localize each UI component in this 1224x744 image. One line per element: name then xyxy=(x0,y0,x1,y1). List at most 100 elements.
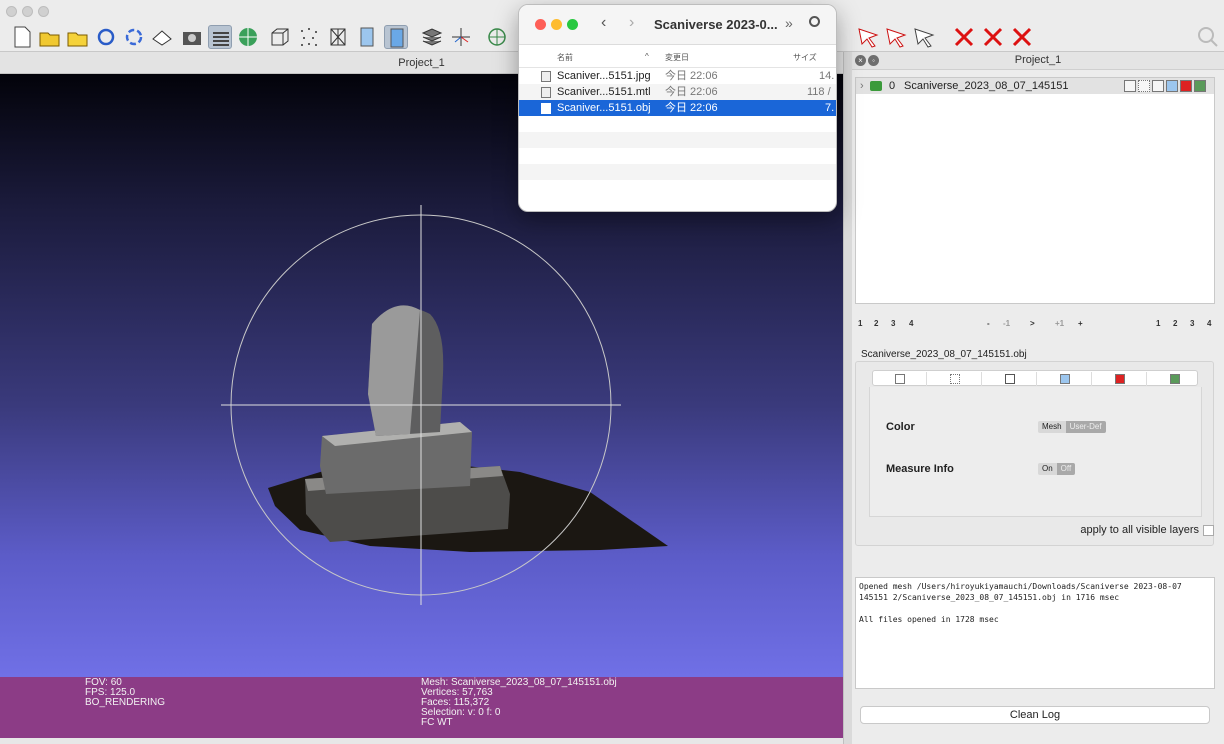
file-date: 今日 22:06 xyxy=(665,70,718,82)
tab-texture[interactable] xyxy=(1148,372,1202,386)
expand-chevron-icon[interactable]: › xyxy=(860,78,864,94)
finder-toolbar: ‹ › Scaniverse 2023-0... » xyxy=(519,5,836,45)
delete-vertices-icon[interactable] xyxy=(981,25,1005,49)
axis-icon[interactable] xyxy=(449,25,473,49)
layer-points-icon[interactable] xyxy=(1138,80,1150,92)
apply-all-row[interactable]: apply to all visible layers xyxy=(1080,524,1214,536)
smooth-icon[interactable] xyxy=(384,25,408,49)
pager-left-2[interactable]: 2 xyxy=(874,319,878,328)
mesh-name: Scaniverse_2023_08_07_145151.obj xyxy=(861,349,1027,360)
delete-all-icon[interactable] xyxy=(1010,25,1034,49)
decorator-box: Color Mesh User-Def Measure Info On Off xyxy=(855,361,1214,546)
search-icon[interactable] xyxy=(1196,25,1220,49)
pager-right-2[interactable]: 2 xyxy=(1173,319,1177,328)
column-name[interactable]: 名前 xyxy=(557,52,573,63)
close-panel-icon[interactable]: × xyxy=(855,55,866,66)
save-icon[interactable] xyxy=(150,25,174,49)
file-size: 14. xyxy=(819,70,835,82)
pager-minus[interactable]: - xyxy=(987,319,990,328)
pager-right-4[interactable]: 4 xyxy=(1207,319,1211,328)
tab-smooth[interactable] xyxy=(1038,372,1092,386)
layer-list: › 0 Scaniverse_2023_08_07_145151 xyxy=(855,77,1215,304)
texture-icon[interactable] xyxy=(420,25,444,49)
delete-faces-icon[interactable] xyxy=(952,25,976,49)
select-faces-icon[interactable] xyxy=(856,25,880,49)
column-size[interactable]: サイズ xyxy=(793,52,817,63)
open-mesh-icon[interactable] xyxy=(66,25,90,49)
measure-on-option[interactable]: On xyxy=(1038,463,1057,475)
pager-plus-one[interactable]: +1 xyxy=(1055,319,1064,328)
panel-splitter[interactable] xyxy=(843,52,852,744)
zoom-window-button[interactable] xyxy=(38,6,49,17)
trackball-icon[interactable] xyxy=(485,25,509,49)
minimize-window-button[interactable] xyxy=(22,6,33,17)
file-row[interactable]: Scaniver...5151.jpg 今日 22:06 14. xyxy=(519,68,836,84)
more-chevron-icon[interactable]: » xyxy=(785,15,793,31)
forward-chevron-icon[interactable]: › xyxy=(629,14,634,32)
measure-toggle[interactable]: On Off xyxy=(1038,463,1076,475)
layer-wire-icon[interactable] xyxy=(1152,80,1164,92)
column-date[interactable]: 変更日 xyxy=(665,52,689,63)
layer-panel: × ◦ Project_1 › 0 Scaniverse_2023_08_07_… xyxy=(852,52,1224,744)
finder-column-header: 名前 ^ 変更日 サイズ xyxy=(519,45,836,68)
color-userdef-option[interactable]: User-Def xyxy=(1065,421,1106,433)
finder-window: ‹ › Scaniverse 2023-0... » 名前 ^ 変更日 サイズ … xyxy=(518,4,837,212)
finder-minimize-button[interactable] xyxy=(551,19,562,30)
apply-all-label: apply to all visible layers xyxy=(1080,524,1199,536)
layer-index: 0 xyxy=(889,80,896,92)
file-name: Scaniver...5151.obj xyxy=(557,102,651,114)
pager-left-3[interactable]: 3 xyxy=(891,319,895,328)
finder-search-icon[interactable] xyxy=(809,16,820,27)
wireframe-icon[interactable] xyxy=(326,25,350,49)
pager-left-1[interactable]: 1 xyxy=(858,319,862,328)
pager-right-1[interactable]: 1 xyxy=(1156,319,1160,328)
gl-info-icon[interactable] xyxy=(236,25,260,49)
select-connected-icon[interactable] xyxy=(912,25,936,49)
layer-bbox-icon[interactable] xyxy=(1124,80,1136,92)
layer-color-icon[interactable] xyxy=(1180,80,1192,92)
smooth-icon xyxy=(1059,374,1070,384)
layer-smooth-icon[interactable] xyxy=(1166,80,1178,92)
panel-title: Project_1 xyxy=(1014,54,1062,66)
reload-all-icon[interactable] xyxy=(122,25,146,49)
layer-texture-icon[interactable] xyxy=(1194,80,1206,92)
tab-wire[interactable] xyxy=(983,372,1037,386)
render-tabs xyxy=(872,370,1198,386)
layers-icon[interactable] xyxy=(208,25,232,49)
pager-plus[interactable]: + xyxy=(1078,319,1083,328)
panel-header: × ◦ Project_1 xyxy=(852,52,1224,70)
measure-off-option[interactable]: Off xyxy=(1056,463,1076,475)
file-row-selected[interactable]: Scaniver...5151.obj 今日 22:06 7. xyxy=(519,100,836,116)
open-project-icon[interactable] xyxy=(38,25,62,49)
finder-close-button[interactable] xyxy=(535,19,546,30)
pager-minus-one[interactable]: -1 xyxy=(1003,319,1010,328)
tab-points[interactable] xyxy=(928,372,982,386)
back-chevron-icon[interactable]: ‹ xyxy=(601,14,606,32)
flat-icon[interactable] xyxy=(355,25,379,49)
tab-color[interactable] xyxy=(1093,372,1147,386)
snapshot-icon[interactable] xyxy=(180,25,204,49)
layer-row[interactable]: › 0 Scaniverse_2023_08_07_145151 xyxy=(856,78,1214,94)
pager-left-4[interactable]: 4 xyxy=(909,319,913,328)
sort-chevron-icon[interactable]: ^ xyxy=(645,52,649,61)
color-mesh-option[interactable]: Mesh xyxy=(1038,421,1066,433)
visibility-eye-icon[interactable] xyxy=(870,81,882,91)
color-label: Color xyxy=(886,421,915,433)
bounding-box-icon[interactable] xyxy=(268,25,292,49)
apply-all-checkbox[interactable] xyxy=(1203,524,1214,536)
color-toggle[interactable]: Mesh User-Def xyxy=(1038,421,1106,433)
clean-log-button[interactable]: Clean Log xyxy=(860,706,1210,724)
points-icon[interactable] xyxy=(297,25,321,49)
pager-right-3[interactable]: 3 xyxy=(1190,319,1194,328)
pager-next[interactable]: > xyxy=(1030,319,1035,328)
file-row[interactable]: Scaniver...5151.mtl 今日 22:06 118 / xyxy=(519,84,836,100)
float-panel-icon[interactable]: ◦ xyxy=(868,55,879,66)
finder-zoom-button[interactable] xyxy=(567,19,578,30)
new-project-icon[interactable] xyxy=(10,25,34,49)
reload-icon[interactable] xyxy=(94,25,118,49)
close-window-button[interactable] xyxy=(6,6,17,17)
measure-label: Measure Info xyxy=(886,463,954,475)
points-icon xyxy=(949,374,960,384)
select-vertices-icon[interactable] xyxy=(884,25,908,49)
tab-bbox[interactable] xyxy=(873,372,927,386)
